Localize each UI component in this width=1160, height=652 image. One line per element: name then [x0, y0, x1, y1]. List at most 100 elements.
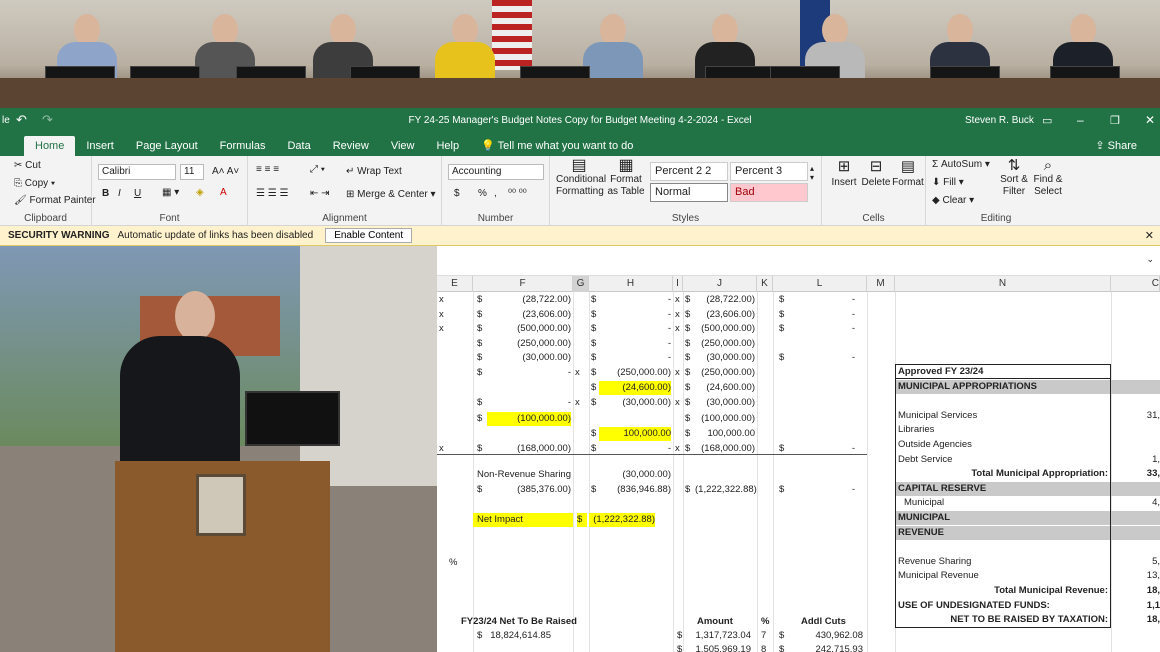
currency-symbol[interactable]: $ — [477, 322, 487, 336]
font-name-select[interactable]: Calibri — [98, 164, 176, 180]
tab-page-layout[interactable]: Page Layout — [125, 136, 209, 156]
number-format-select[interactable]: Accounting — [448, 164, 544, 180]
share-button[interactable]: ⇪ Share — [1084, 135, 1148, 156]
tab-review[interactable]: Review — [322, 136, 380, 156]
col-header[interactable]: C — [1111, 276, 1160, 292]
cell-j[interactable]: (30,000.00) — [695, 396, 755, 410]
delete-cells-button[interactable]: ⊟ Delete — [860, 159, 892, 190]
currency-symbol[interactable]: $ — [685, 412, 695, 426]
summary-value[interactable]: 1,1 — [1111, 599, 1160, 613]
bottom-header[interactable]: FY23/24 Net To Be Raised — [461, 615, 581, 629]
bottom-header[interactable]: Amount — [697, 615, 757, 629]
grow-font-icon[interactable]: A˄ A˅ — [212, 166, 239, 177]
conditional-formatting-button[interactable]: ▤ Conditional Formatting — [556, 158, 606, 198]
font-size-select[interactable]: 11 — [180, 164, 204, 180]
clear-button[interactable]: ◆ Clear ▾ — [932, 195, 974, 206]
cut-button[interactable]: ✂ Cut — [14, 160, 41, 171]
summary-value[interactable]: 18, — [1111, 584, 1160, 598]
restore-icon[interactable]: ❐ — [1110, 114, 1120, 127]
summary-label[interactable]: Debt Service — [896, 453, 1110, 467]
currency-symbol[interactable]: $ — [477, 396, 487, 410]
summary-label[interactable]: Outside Agencies — [896, 438, 1110, 452]
tab-insert[interactable]: Insert — [75, 136, 125, 156]
cell-j[interactable]: (28,722.00) — [695, 293, 755, 307]
bottom-cell[interactable]: 430,962.08 — [787, 629, 863, 643]
currency-symbol[interactable]: $ — [577, 513, 587, 527]
cell-f[interactable]: (100,000.00) — [487, 412, 571, 426]
styles-scroll-icon[interactable]: ▴ ▾ — [810, 164, 814, 182]
currency-symbol[interactable]: $ — [477, 293, 487, 307]
cell-h[interactable]: (24,600.00) — [599, 381, 671, 395]
col-header[interactable]: J — [683, 276, 757, 292]
cell-h[interactable]: - — [599, 308, 671, 322]
currency-symbol[interactable]: $ — [685, 293, 695, 307]
summary-label[interactable]: Approved FY 23/24 — [896, 365, 1110, 379]
cell-j[interactable]: (250,000.00) — [695, 366, 755, 380]
cell-i[interactable]: x — [675, 366, 683, 380]
tell-me-search[interactable]: 💡 Tell me what you want to do — [470, 135, 644, 156]
total-l[interactable]: - — [787, 483, 855, 497]
decimal-icon[interactable]: ⁰⁰ ⁰⁰ — [508, 188, 527, 199]
currency-symbol[interactable]: $ — [677, 629, 687, 643]
col-header[interactable]: G — [573, 276, 589, 292]
expand-formula-icon[interactable]: ⌄ — [1146, 254, 1154, 265]
autosum-button[interactable]: Σ AutoSum ▾ — [932, 159, 990, 170]
cell-l[interactable]: - — [787, 308, 855, 322]
col-header[interactable]: I — [673, 276, 683, 292]
close-icon[interactable]: ✕ — [1145, 113, 1155, 127]
cell-g[interactable]: x — [575, 366, 587, 380]
bottom-cell[interactable]: 242,715.93 — [787, 643, 863, 652]
summary-label[interactable]: USE OF UNDESIGNATED FUNDS: — [896, 599, 1110, 613]
style-bad[interactable]: Bad — [730, 183, 808, 202]
summary-label[interactable] — [896, 540, 1110, 554]
currency-symbol[interactable]: $ — [685, 366, 695, 380]
ribbon-display-icon[interactable]: ▭ — [1042, 114, 1052, 127]
cell-h[interactable]: (250,000.00) — [599, 366, 671, 380]
currency-symbol[interactable]: $ — [685, 351, 695, 365]
cell-h[interactable]: (30,000.00) — [599, 396, 671, 410]
summary-value[interactable] — [1111, 511, 1160, 525]
tab-formulas[interactable]: Formulas — [209, 136, 277, 156]
currency-symbol[interactable]: $ — [477, 483, 487, 497]
col-header[interactable]: L — [773, 276, 867, 292]
cell-i[interactable]: x — [675, 396, 683, 410]
minimize-icon[interactable]: – — [1077, 113, 1084, 127]
style-percent-3[interactable]: Percent 3 — [730, 162, 808, 181]
cell-f[interactable]: - — [487, 366, 571, 380]
bottom-cell[interactable]: 8 — [761, 643, 771, 652]
format-painter-button[interactable]: 🖌 Format Painter — [14, 195, 96, 206]
spreadsheet[interactable]: ⌄ E F G H I J K L M N C x $ (28,722.00) $ - x… — [437, 246, 1160, 652]
bottom-cell[interactable]: 18,824,614.85 — [487, 629, 551, 643]
fill-color-icon[interactable]: ◈ — [196, 187, 204, 198]
cell-i[interactable]: x — [675, 308, 683, 322]
format-as-table-button[interactable]: ▦ Format as Table — [606, 158, 646, 198]
orientation-icon[interactable]: ⤢ ▾ — [310, 164, 325, 175]
font-color-icon[interactable]: A — [220, 187, 227, 198]
summary-value[interactable]: 33, — [1111, 467, 1160, 481]
currency-button[interactable]: $ — [454, 188, 460, 199]
bold-button[interactable]: B — [102, 188, 109, 199]
summary-label[interactable]: Municipal Services — [896, 409, 1110, 423]
summary-value[interactable]: 31, — [1111, 409, 1160, 423]
insert-cells-button[interactable]: ⊞ Insert — [828, 159, 860, 190]
tab-view[interactable]: View — [380, 136, 426, 156]
summary-label[interactable]: CAPITAL RESERVE — [896, 482, 1110, 496]
bottom-cell[interactable]: 7 — [761, 629, 771, 643]
cell-f[interactable]: (23,606.00) — [487, 308, 571, 322]
summary-label[interactable]: Total Municipal Appropriation: — [896, 467, 1110, 481]
merge-center-button[interactable]: ⊞ Merge & Center ▾ — [346, 189, 436, 200]
cell-l[interactable]: - — [787, 293, 855, 307]
currency-symbol[interactable]: $ — [685, 308, 695, 322]
currency-symbol[interactable]: $ — [477, 366, 487, 380]
cell-f[interactable]: (30,000.00) — [487, 351, 571, 365]
cell-h[interactable]: 100,000.00 — [599, 427, 671, 441]
cell-h[interactable]: - — [599, 293, 671, 307]
summary-value[interactable] — [1111, 482, 1160, 496]
nonrev-value[interactable]: (30,000.00) — [589, 468, 671, 482]
cell-e[interactable]: x — [439, 308, 459, 322]
cell-j[interactable]: (100,000.00) — [695, 412, 755, 426]
summary-label[interactable]: MUNICIPAL — [896, 511, 1110, 525]
summary-label[interactable]: REVENUE — [896, 526, 1110, 540]
percent-cell[interactable]: % — [449, 556, 469, 570]
cell-h[interactable]: - — [599, 351, 671, 365]
